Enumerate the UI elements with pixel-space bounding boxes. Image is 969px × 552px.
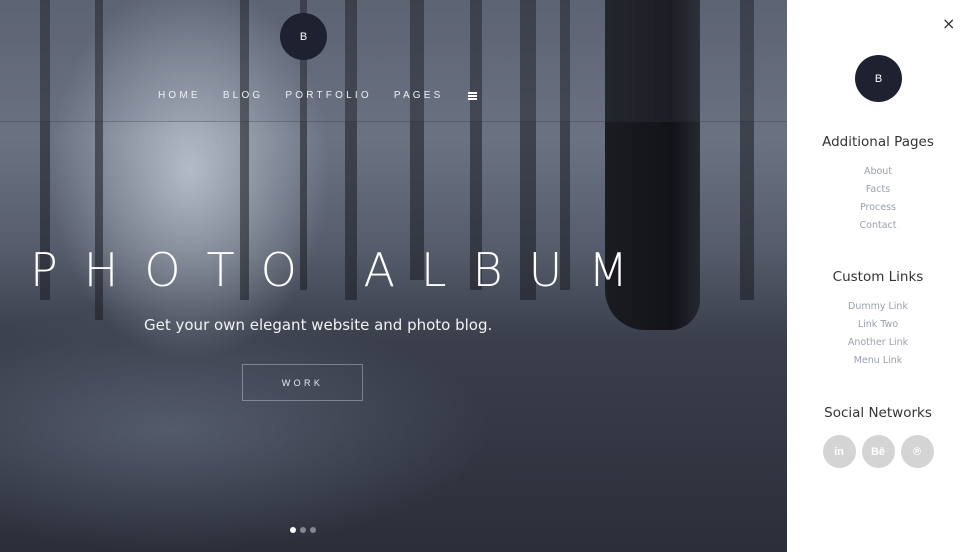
- social-networks-section: Social Networks in Bē ℗: [787, 405, 969, 468]
- link-facts[interactable]: Facts: [787, 181, 969, 199]
- main-nav: HOME BLOG PORTFOLIO PAGES: [158, 90, 477, 101]
- slider-dot-2[interactable]: [300, 527, 306, 533]
- hero-title: PHOTO ALBUM: [30, 243, 655, 297]
- additional-pages-section: Additional Pages About Facts Process Con…: [787, 134, 969, 235]
- link-two[interactable]: Link Two: [787, 316, 969, 334]
- logo-letter: B: [874, 72, 883, 85]
- section-title: Social Networks: [824, 405, 932, 421]
- link-menu[interactable]: Menu Link: [787, 352, 969, 370]
- hero-subtitle: Get your own elegant website and photo b…: [144, 316, 493, 334]
- linkedin-icon[interactable]: in: [822, 435, 856, 468]
- nav-blog[interactable]: BLOG: [223, 90, 264, 101]
- hamburger-icon[interactable]: [467, 92, 477, 100]
- nav-pages[interactable]: PAGES: [394, 90, 444, 101]
- slider-dots: [290, 527, 316, 533]
- nav-portfolio[interactable]: PORTFOLIO: [285, 90, 371, 101]
- sidebar-logo[interactable]: B: [855, 55, 902, 102]
- slider-dot-1[interactable]: [290, 527, 296, 533]
- behance-icon[interactable]: Bē: [861, 435, 895, 468]
- work-button[interactable]: WORK: [242, 364, 363, 401]
- nav-home[interactable]: HOME: [158, 90, 201, 101]
- logo-letter: B: [299, 30, 308, 43]
- section-title: Custom Links: [832, 269, 924, 285]
- hero-section: B HOME BLOG PORTFOLIO PAGES PHOTO ALBUM …: [0, 0, 787, 552]
- link-dummy[interactable]: Dummy Link: [787, 298, 969, 316]
- section-title: Additional Pages: [822, 134, 934, 150]
- site-logo[interactable]: B: [280, 13, 327, 60]
- pinterest-icon[interactable]: ℗: [900, 435, 934, 468]
- custom-links-section: Custom Links Dummy Link Link Two Another…: [787, 269, 969, 370]
- link-about[interactable]: About: [787, 163, 969, 181]
- side-panel: × B Additional Pages About Facts Process…: [787, 0, 969, 552]
- header-bar: [0, 0, 787, 122]
- close-icon[interactable]: ×: [942, 16, 955, 32]
- link-contact[interactable]: Contact: [787, 217, 969, 235]
- link-another[interactable]: Another Link: [787, 334, 969, 352]
- slider-dot-3[interactable]: [310, 527, 316, 533]
- link-process[interactable]: Process: [787, 199, 969, 217]
